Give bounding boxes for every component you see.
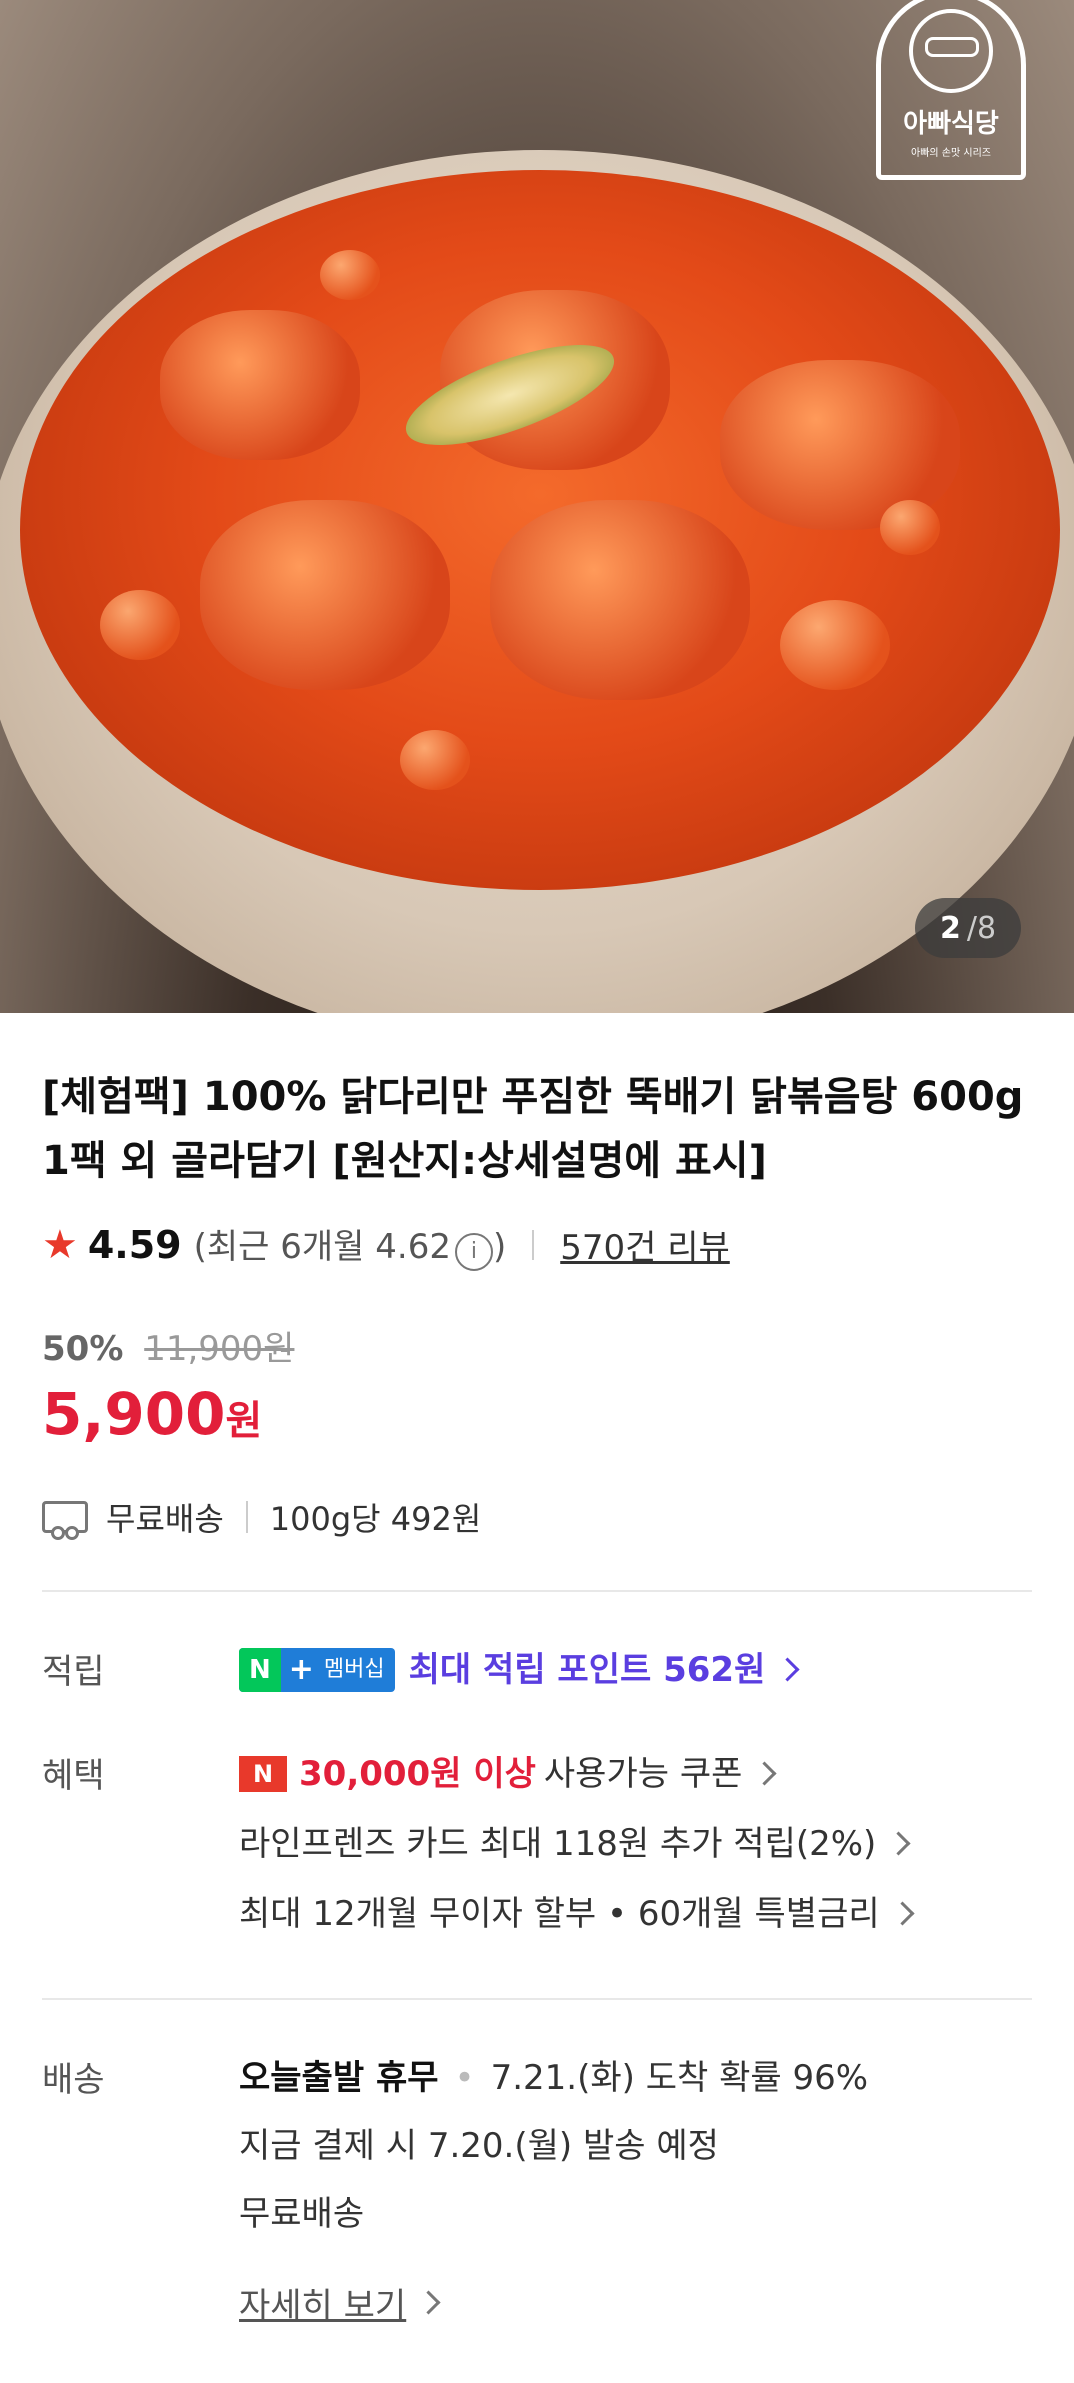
points-section: 적립 N + 멤버십 최대 적립 포인트 562원 bbox=[42, 1644, 1032, 1714]
section-divider bbox=[42, 1997, 1032, 2000]
max-points-text: 최대 적립 포인트 562원 bbox=[408, 1649, 766, 1690]
chef-face-icon bbox=[909, 9, 993, 93]
image-counter: 2/8 bbox=[915, 898, 1021, 958]
discount-rate: 50% bbox=[42, 1328, 124, 1369]
truck-icon bbox=[42, 1500, 88, 1540]
rating-row: ★ 4.59 (최근 6개월 4.62 i) 570건 리뷰 bbox=[42, 1219, 1032, 1271]
card-benefit-line[interactable]: 라인프렌즈 카드 최대 118원 추가 적립(2%) bbox=[239, 1818, 1032, 1870]
chevron-right-icon bbox=[886, 1831, 911, 1856]
delivery-status-line: 오늘출발 휴무 • 7.21.(화) 도착 확률 96% bbox=[239, 2052, 1032, 2104]
ship-date: 지금 결제 시 7.20.(월) 발송 예정 bbox=[239, 2125, 719, 2166]
logo-text: 아빠식당 bbox=[903, 109, 999, 139]
price-discount-row: 50% 11,900원 bbox=[42, 1321, 1032, 1370]
final-price-value: 5,900 bbox=[42, 1379, 226, 1448]
coupon-text: 사용가능 쿠폰 bbox=[543, 1753, 743, 1794]
shipping-row: 무료배송 100g당 492원 bbox=[42, 1494, 1032, 1540]
brand-logo: 아빠식당 아빠의 손맛 시리즈 bbox=[876, 0, 1026, 180]
delivery-section: 배송 오늘출발 휴무 • 7.21.(화) 도착 확률 96% 지금 결제 시 … bbox=[42, 2052, 1032, 2327]
counter-total: 8 bbox=[976, 910, 997, 946]
chevron-right-icon bbox=[752, 1761, 777, 1786]
divider bbox=[532, 1229, 535, 1260]
card-benefit-text: 라인프렌즈 카드 최대 118원 추가 적립(2%) bbox=[239, 1823, 877, 1864]
final-price: 5,900원 bbox=[42, 1380, 1032, 1448]
product-image[interactable]: 아빠식당 아빠의 손맛 시리즈 2/8 bbox=[0, 0, 1074, 1013]
points-line[interactable]: N + 멤버십 최대 적립 포인트 562원 bbox=[239, 1644, 1032, 1696]
coupon-line[interactable]: N 30,000원 이상 사용가능 쿠폰 bbox=[239, 1748, 1032, 1800]
delivery-label: 배송 bbox=[42, 2059, 105, 2100]
counter-current: 2 bbox=[939, 910, 961, 946]
info-icon[interactable]: i bbox=[454, 1232, 493, 1271]
installment-text: 최대 12개월 무이자 할부 • 60개월 특별금리 bbox=[239, 1893, 880, 1934]
free-shipping: 무료배송 bbox=[106, 1499, 224, 1538]
detail-link[interactable]: 자세히 보기 bbox=[239, 2278, 1032, 2327]
section-divider bbox=[42, 1589, 1032, 1592]
stew-image bbox=[20, 170, 1060, 890]
currency-unit: 원 bbox=[225, 1397, 263, 1444]
benefits-label: 혜택 bbox=[42, 1755, 105, 1796]
delivery-status: 오늘출발 휴무 bbox=[239, 2057, 439, 2098]
arrival-estimate: 7.21.(화) 도착 확률 96% bbox=[490, 2057, 869, 2098]
coupon-amount: 30,000원 이상 bbox=[299, 1753, 536, 1794]
naverplus-membership-badge: N + 멤버십 bbox=[239, 1647, 395, 1692]
logo-subtext: 아빠의 손맛 시리즈 bbox=[911, 148, 991, 159]
naver-n-icon: N bbox=[239, 1755, 287, 1792]
unit-price: 100g당 492원 bbox=[269, 1499, 482, 1538]
product-info: [체험팩] 100% 닭다리만 푸짐한 뚝배기 닭볶음탕 600g 1팩 외 골… bbox=[0, 1065, 1074, 2327]
chevron-right-icon bbox=[416, 2289, 441, 2315]
detail-link-text: 자세히 보기 bbox=[239, 2285, 407, 2326]
installment-line[interactable]: 최대 12개월 무이자 할부 • 60개월 특별금리 bbox=[239, 1888, 1032, 1940]
recent-rating: (최근 6개월 4.62 i) bbox=[194, 1219, 506, 1271]
review-link[interactable]: 570건 리뷰 bbox=[560, 1220, 730, 1269]
star-icon: ★ bbox=[42, 1221, 78, 1268]
product-title: [체험팩] 100% 닭다리만 푸짐한 뚝배기 닭볶음탕 600g 1팩 외 골… bbox=[42, 1074, 1024, 1184]
rating-value: 4.59 bbox=[87, 1222, 182, 1267]
chevron-right-icon bbox=[890, 1901, 915, 1926]
points-label: 적립 bbox=[42, 1651, 105, 1692]
divider bbox=[245, 1500, 248, 1533]
benefits-section: 혜택 N 30,000원 이상 사용가능 쿠폰 라인프렌즈 카드 최대 118원… bbox=[42, 1748, 1032, 1958]
delivery-fee: 무료배송 bbox=[239, 2193, 365, 2234]
chevron-right-icon bbox=[775, 1657, 800, 1682]
original-price: 11,900원 bbox=[144, 1328, 295, 1369]
